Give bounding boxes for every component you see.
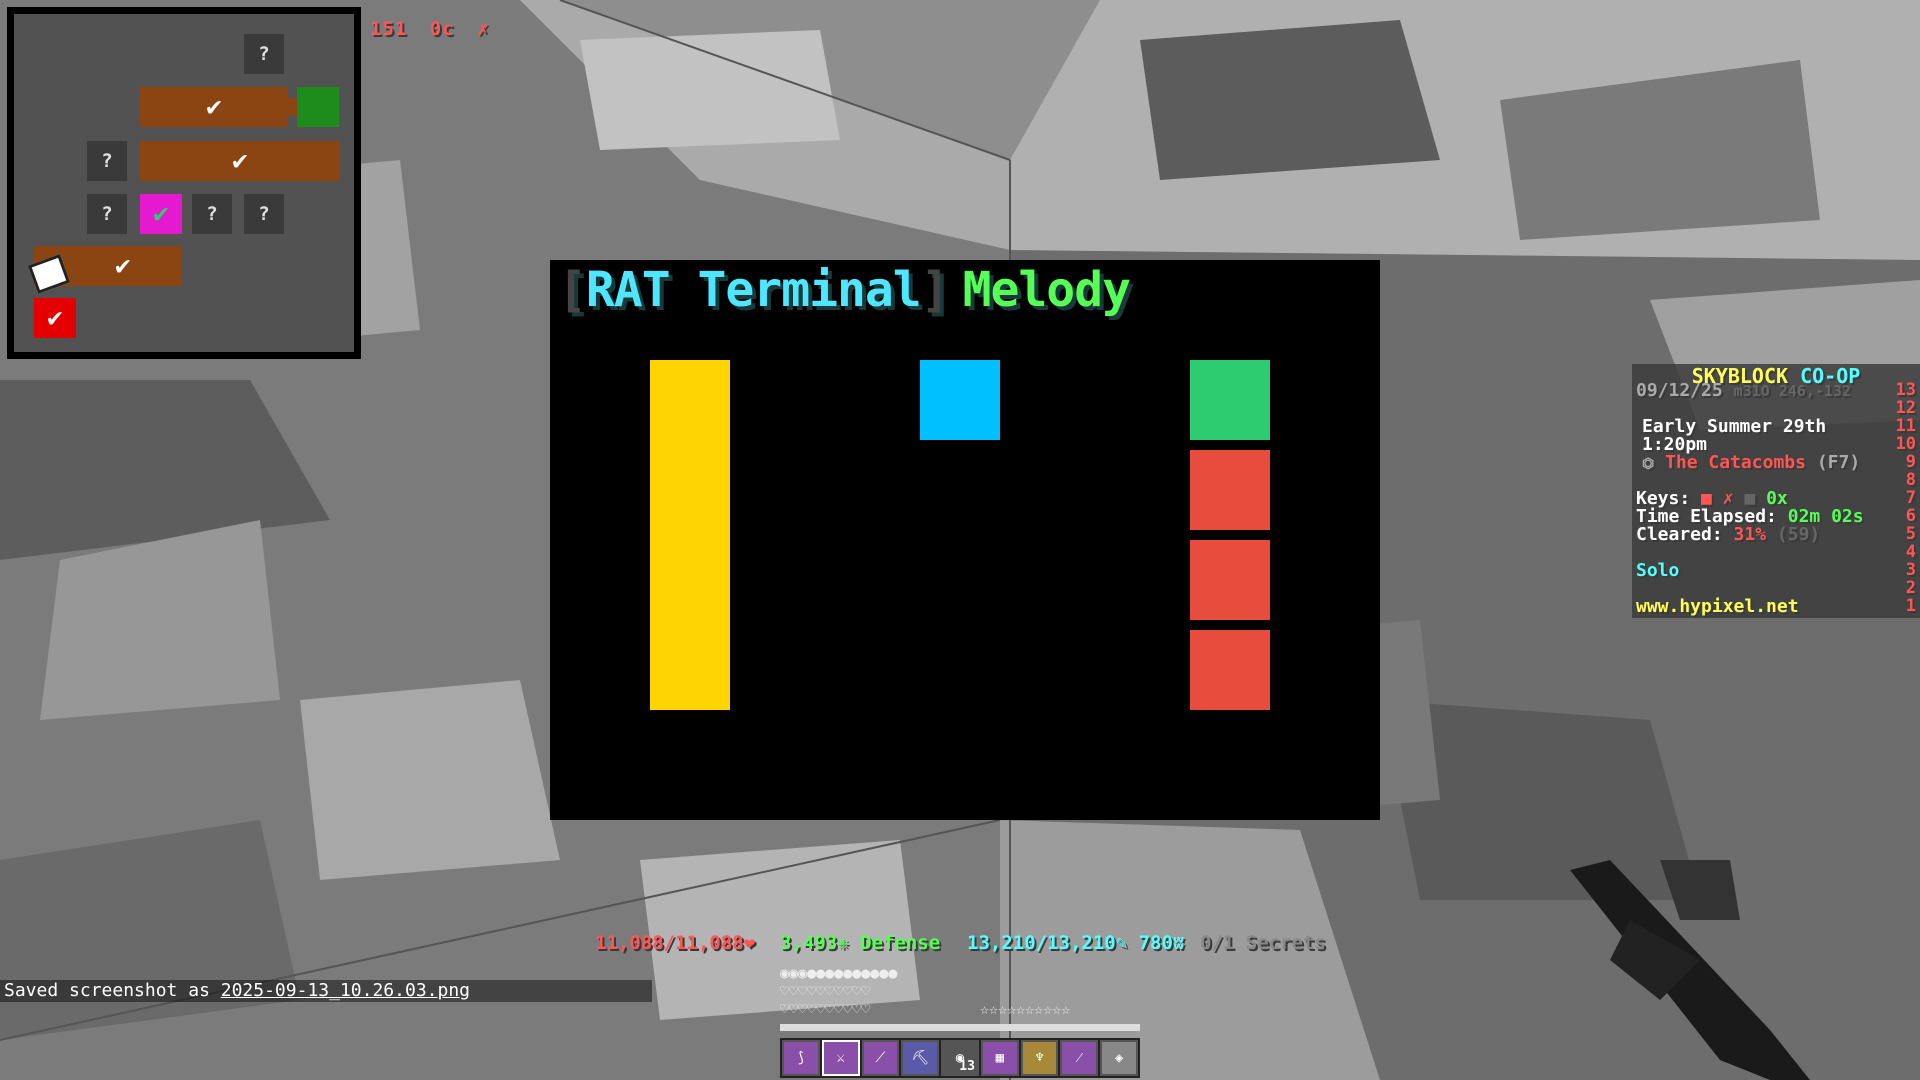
hunger-row: ☆☆☆☆☆☆☆☆☆☆ [980,1000,1071,1018]
chest-icon: ▦ [995,1050,1005,1066]
score-number: 10 [1895,434,1916,454]
scoreboard-server: m31O 246,-132 [1733,382,1851,400]
scoreboard-cleared-line: Cleared: 31% (59) [1636,524,1820,545]
map-room-unknown: ? [244,34,284,74]
trident-icon: ♆ [1035,1050,1044,1066]
map-room-cleared: ✔ [140,87,288,127]
score-number: 9 [1905,452,1916,472]
chat-message: Saved screenshot as 2025-09-13_10.26.03.… [0,980,652,1002]
score-number: 2 [1905,578,1916,598]
top-stat-count: 0c [429,18,455,40]
hotbar-slot-7[interactable]: ♆ [1020,1040,1059,1076]
score-number: 7 [1905,488,1916,508]
score-number: 6 [1905,506,1916,526]
score-number: 3 [1905,560,1916,580]
check-icon: ✔ [206,92,222,122]
hearts-row: ♡♡♡♡♡♡♡♡♡♡ [780,1000,871,1018]
scoreboard-date-line: 09/12/25 m31O 246,-132 [1636,380,1851,401]
score-number: 12 [1895,398,1916,418]
bow-icon: ⟆ [796,1050,806,1066]
scoreboard-location: The Catacombs [1665,452,1806,473]
melody-red-button[interactable] [1190,540,1270,620]
map-room-unknown: ? [87,141,127,181]
xp-bar [780,1024,1140,1031]
defense-display: 3,493❈ Defense [780,932,941,954]
wand-icon: ⟋ [875,1050,886,1066]
cleared-value: 31% [1733,524,1767,545]
scoreboard-floor: (F7) [1816,452,1861,473]
mana-display: 13,210/13,210✎ 780ʬ [967,932,1185,954]
melody-red-button[interactable] [1190,630,1270,710]
map-room-unknown: ? [244,194,284,234]
rod-icon: ⁄ [1078,1049,1081,1066]
hotbar-slot-6[interactable]: ▦ [980,1040,1019,1076]
terminal-title: [RAT Terminal] Melody [558,262,1131,318]
hotbar-slot-1[interactable]: ⟆ [782,1040,820,1076]
scoreboard-sidebar: SKYBLOCK CO-OP 09/12/25 m31O 246,-132 Ea… [1632,364,1920,618]
check-icon: ✔ [114,251,131,281]
item-count: 13 [959,1059,975,1074]
score-number: 13 [1895,380,1916,400]
scoreboard-location-line: ⏣ The Catacombs (F7) [1642,452,1860,473]
top-stat-blocks: 151 [370,18,408,40]
hotbar-slot-8[interactable]: ⁄ [1060,1040,1099,1076]
held-sword-icon [1570,860,1810,1080]
melody-red-button[interactable] [1190,450,1270,530]
hotbar-slot-3[interactable]: ⟋ [861,1040,900,1076]
map-room-fairy: ✔ [140,194,182,234]
scoreboard-mode: Solo [1636,560,1680,581]
title-mode: Melody [962,262,1131,318]
melody-blue-note [920,360,1000,440]
check-icon: ✔ [47,303,63,333]
map-room-unknown: ? [87,194,127,234]
map-room-entrance [297,87,339,127]
secrets-display: 0/1 Secrets [1200,932,1326,954]
dungeon-minimap: ? ✔ ? ✔ ? ✔ ? ? ✔ ✔ [7,7,361,359]
health-display: 11,088/11,088❤ [595,932,756,954]
sword-icon: ⚔ [836,1050,845,1066]
title-rat-terminal: RAT Terminal [585,262,922,318]
check-icon: ✔ [232,146,248,176]
hearts-row: ♡♡♡♡♡♡♡♡♡♡ [780,982,871,1000]
check-icon: ✔ [153,199,169,229]
scoreboard-website: www.hypixel.net [1636,596,1799,617]
scoreboard-date: 09/12/25 [1636,380,1723,401]
map-room-cleared: ✔ [140,141,340,181]
screenshot-file-link[interactable]: 2025-09-13_10.26.03.png [221,980,470,1001]
map-room-unknown: ? [192,194,232,234]
melody-terminal-window: [RAT Terminal] Melody [550,260,1380,820]
hotbar: ⟆ ⚔ ⟋ ⛏ ◉ 13 ▦ ♆ ⁄ ◈ [780,1038,1140,1078]
map-icon: ◈ [1114,1050,1124,1066]
cleared-extra: (59) [1776,524,1821,545]
score-number: 8 [1905,470,1916,490]
pickaxe-icon: ⛏ [911,1050,930,1066]
top-stat-mark: ✗ [477,18,490,40]
hotbar-slot-9[interactable]: ◈ [1100,1040,1139,1076]
hotbar-slot-2[interactable]: ⚔ [821,1040,860,1076]
title-bracket-open: [ [558,262,587,318]
chat-prefix: Saved screenshot as [4,980,221,1001]
armor-row: ◉◉◉●●●●●●●●●● [780,964,898,982]
score-number: 1 [1905,596,1916,616]
map-room-blood: ✔ [34,298,76,338]
score-number: 4 [1905,542,1916,562]
hotbar-slot-5[interactable]: ◉ 13 [941,1040,979,1076]
melody-yellow-column [650,360,730,710]
melody-green-button[interactable] [1190,360,1270,440]
hotbar-slot-4[interactable]: ⛏ [901,1040,940,1076]
score-number: 11 [1895,416,1916,436]
top-stat: 151 0c ✗ [370,18,500,40]
cleared-label: Cleared: [1636,524,1723,545]
score-number: 5 [1905,524,1916,544]
title-bracket-close: ] [920,262,950,318]
location-icon: ⏣ [1642,456,1655,472]
